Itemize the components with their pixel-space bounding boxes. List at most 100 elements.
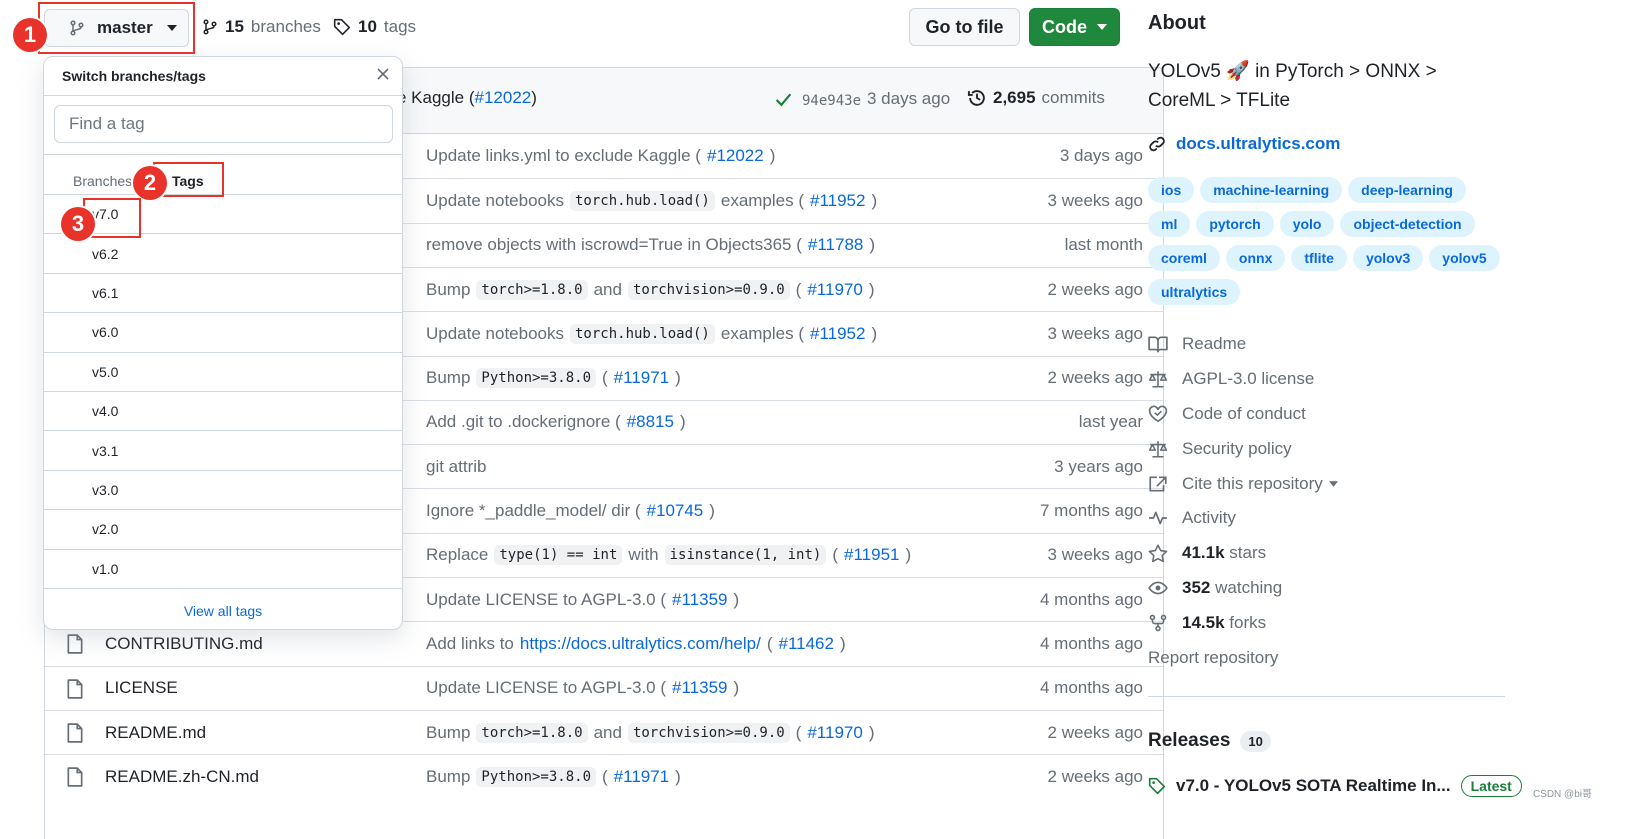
topic-tag[interactable]: tflite <box>1291 245 1347 271</box>
tag-item[interactable]: v1.0 <box>44 550 402 589</box>
tag-icon <box>333 18 351 36</box>
commit-link[interactable]: #11971 <box>614 368 669 388</box>
tag-item[interactable]: v5.0 <box>44 353 402 392</box>
table-row[interactable]: LICENSE Update LICENSE to AGPL-3.0 (#1135… <box>45 665 1163 710</box>
forks-link[interactable]: 14.5k forks <box>1148 605 1338 640</box>
branches-link[interactable]: 15 branches <box>202 17 321 37</box>
commit-message[interactable]: Add links to https://docs.ultralytics.co… <box>426 634 846 654</box>
topic-tag[interactable]: ios <box>1148 177 1195 203</box>
file-name[interactable]: LICENSE <box>105 678 178 698</box>
tag-item[interactable]: v3.1 <box>44 431 402 471</box>
commit-message[interactable]: git attrib <box>426 457 486 477</box>
go-to-file-button[interactable]: Go to file <box>909 8 1020 46</box>
commit-message[interactable]: Bump torch>=1.8.0 and torchvision>=0.9.0… <box>426 279 874 300</box>
law-icon <box>1148 370 1168 388</box>
commit-link[interactable]: #11788 <box>808 235 863 255</box>
commit-text: examples ( <box>720 190 804 210</box>
watching-link[interactable]: 352 watching <box>1148 571 1338 606</box>
tag-item[interactable]: v6.1 <box>44 274 402 314</box>
commit-link[interactable]: #11951 <box>844 545 899 565</box>
file-name[interactable]: README.md <box>105 723 206 743</box>
topic-tag[interactable]: yolov3 <box>1352 245 1424 271</box>
topic-tag[interactable]: onnx <box>1225 245 1286 271</box>
code-of-conduct-link[interactable]: Code of conduct <box>1148 397 1338 432</box>
latest-release-link[interactable]: v7.0 - YOLOv5 SOTA Realtime In... Latest <box>1148 775 1522 797</box>
topic-tag[interactable]: yolov5 <box>1429 245 1500 271</box>
topic-tag[interactable]: yolo <box>1279 211 1335 237</box>
commit-link[interactable]: #11971 <box>614 767 669 787</box>
commit-message[interactable]: Replace type(1) == int with isinstance(1… <box>426 545 911 566</box>
commit-link[interactable]: #11359 <box>672 590 727 610</box>
security-policy-link[interactable]: Security policy <box>1148 431 1338 466</box>
commit-link[interactable]: #11462 <box>779 634 834 654</box>
topic-tag[interactable]: ultralytics <box>1148 279 1241 305</box>
commit-sha[interactable]: 94e943e <box>797 91 866 111</box>
commit-text: Update LICENSE to AGPL-3.0 ( <box>426 678 667 698</box>
commit-message[interactable]: Update notebooks torch.hub.load() exampl… <box>426 323 877 344</box>
commit-time: 2 weeks ago <box>1047 279 1143 299</box>
table-row[interactable]: README.md Bump torch>=1.8.0 and torchvisi… <box>45 709 1163 754</box>
file-name[interactable]: README.zh-CN.md <box>105 767 259 787</box>
commit-link[interactable]: #11952 <box>810 191 865 211</box>
commit-pr-link[interactable]: #12022 <box>475 88 532 107</box>
commit-text: and <box>593 279 622 299</box>
close-icon[interactable] <box>376 67 390 81</box>
topic-tag[interactable]: deep-learning <box>1348 177 1466 203</box>
commit-message[interactable]: Update LICENSE to AGPL-3.0 (#11359) <box>426 590 739 610</box>
annotation-number-3: 3 <box>61 207 95 241</box>
commit-link[interactable]: #11970 <box>807 280 862 300</box>
commit-link[interactable]: #10745 <box>647 501 704 521</box>
tag-icon <box>1148 777 1166 795</box>
tag-item[interactable]: v6.0 <box>44 313 402 353</box>
commit-message[interactable]: Update LICENSE to AGPL-3.0 (#11359) <box>426 678 739 698</box>
commit-time: 3 days ago <box>867 89 951 108</box>
about-heading: About <box>1148 12 1206 34</box>
commits-link[interactable]: 2,695 commits <box>967 88 1105 108</box>
repo-meta-list: Readme AGPL-3.0 license Code of conduct … <box>1148 327 1338 675</box>
commit-text: ) <box>871 190 878 210</box>
activity-link[interactable]: Activity <box>1148 501 1338 536</box>
commit-text: ( <box>602 766 608 786</box>
topic-tag[interactable]: machine-learning <box>1200 177 1343 203</box>
commit-message[interactable]: Add .git to .dockerignore (#8815) <box>426 412 686 432</box>
commit-message[interactable]: Update notebooks torch.hub.load() exampl… <box>426 190 878 211</box>
commit-message[interactable]: Bump torch>=1.8.0 and torchvision>=0.9.0… <box>426 722 874 743</box>
license-link[interactable]: AGPL-3.0 license <box>1148 362 1338 397</box>
eye-icon <box>1148 579 1168 597</box>
topic-tag[interactable]: pytorch <box>1196 211 1274 237</box>
commit-link[interactable]: #12022 <box>707 146 764 166</box>
tab-branches[interactable]: Branches <box>73 173 132 189</box>
code-button[interactable]: Code <box>1029 8 1120 46</box>
tag-item[interactable]: v6.2 <box>44 234 402 274</box>
releases-heading[interactable]: Releases 10 <box>1148 730 1271 752</box>
commit-message[interactable]: remove objects with iscrowd=True in Obje… <box>426 235 875 255</box>
commit-link[interactable]: #8815 <box>627 412 674 432</box>
readme-link[interactable]: Readme <box>1148 327 1338 362</box>
homepage-link[interactable]: docs.ultralytics.com <box>1148 134 1340 154</box>
view-all-tags-link[interactable]: View all tags <box>44 603 402 619</box>
commit-message[interactable]: Ignore *_paddle_model/ dir (#10745) <box>426 501 715 521</box>
topic-tag[interactable]: ml <box>1148 211 1191 237</box>
dropdown-title: Switch branches/tags <box>62 68 206 84</box>
commit-link[interactable]: #11970 <box>807 723 862 743</box>
tag-item[interactable]: v4.0 <box>44 392 402 432</box>
find-tag-input[interactable]: Find a tag <box>54 105 393 143</box>
topic-tag[interactable]: object-detection <box>1340 211 1475 237</box>
report-repository-link[interactable]: Report repository <box>1148 640 1338 675</box>
commit-link[interactable]: #11359 <box>672 678 727 698</box>
tags-link[interactable]: 10 tags <box>333 17 416 37</box>
table-row[interactable]: README.zh-CN.md Bump Python>=3.8.0 (#1197… <box>45 754 1163 798</box>
commit-link[interactable]: https://docs.ultralytics.com/help/ <box>520 634 761 654</box>
tag-item[interactable]: v3.0 <box>44 471 402 511</box>
commit-message[interactable]: Update links.yml to exclude Kaggle (#120… <box>426 146 775 166</box>
topic-tag[interactable]: coreml <box>1148 245 1220 271</box>
stars-link[interactable]: 41.1k stars <box>1148 536 1338 571</box>
tag-item[interactable]: v2.0 <box>44 510 402 550</box>
file-name[interactable]: CONTRIBUTING.md <box>105 634 263 654</box>
commit-message[interactable]: Bump Python>=3.8.0 (#11971) <box>426 368 681 389</box>
commit-link[interactable]: #11952 <box>810 324 865 344</box>
commit-text: ) <box>869 235 876 255</box>
cite-repository-link[interactable]: Cite this repository <box>1148 466 1338 501</box>
commit-message[interactable]: Bump Python>=3.8.0 (#11971) <box>426 766 681 787</box>
latest-commit-message[interactable]: e Kaggle (#12022) <box>397 88 537 108</box>
